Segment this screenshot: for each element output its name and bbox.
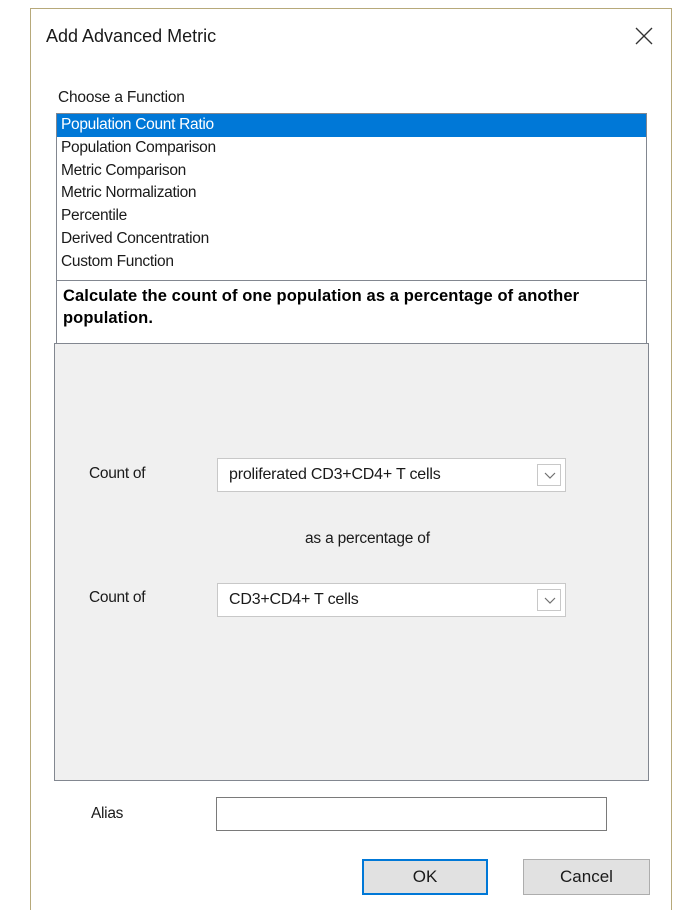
function-description: Calculate the count of one population as…	[56, 280, 647, 344]
function-item-population-comparison[interactable]: Population Comparison	[57, 137, 646, 160]
add-advanced-metric-dialog: Add Advanced Metric Choose a Function Po…	[30, 8, 672, 910]
numerator-label: Count of	[89, 465, 146, 482]
numerator-dropdown-button[interactable]	[537, 464, 561, 486]
alias-label: Alias	[91, 805, 124, 822]
function-list[interactable]: Population Count Ratio Population Compar…	[56, 113, 647, 281]
denominator-population-dropdown[interactable]: CD3+CD4+ T cells	[217, 583, 566, 617]
close-icon	[627, 21, 661, 51]
alias-input[interactable]	[216, 797, 607, 831]
denominator-dropdown-button[interactable]	[537, 589, 561, 611]
percentage-connector-text: as a percentage of	[305, 530, 430, 547]
function-item-population-count-ratio[interactable]: Population Count Ratio	[57, 114, 646, 137]
function-item-metric-comparison[interactable]: Metric Comparison	[57, 160, 646, 183]
function-item-derived-concentration[interactable]: Derived Concentration	[57, 228, 646, 251]
function-item-percentile[interactable]: Percentile	[57, 205, 646, 228]
cancel-button[interactable]: Cancel	[523, 859, 650, 895]
choose-function-label: Choose a Function	[58, 89, 185, 106]
function-item-metric-normalization[interactable]: Metric Normalization	[57, 182, 646, 205]
denominator-population-value: CD3+CD4+ T cells	[229, 591, 359, 608]
close-button[interactable]	[627, 21, 661, 51]
function-item-custom-function[interactable]: Custom Function	[57, 251, 646, 274]
denominator-label: Count of	[89, 589, 146, 606]
ok-button[interactable]: OK	[362, 859, 488, 895]
numerator-population-value: proliferated CD3+CD4+ T cells	[229, 466, 441, 483]
parameters-panel: Count of proliferated CD3+CD4+ T cells a…	[54, 343, 649, 781]
dialog-title: Add Advanced Metric	[46, 26, 217, 46]
numerator-population-dropdown[interactable]: proliferated CD3+CD4+ T cells	[217, 458, 566, 492]
